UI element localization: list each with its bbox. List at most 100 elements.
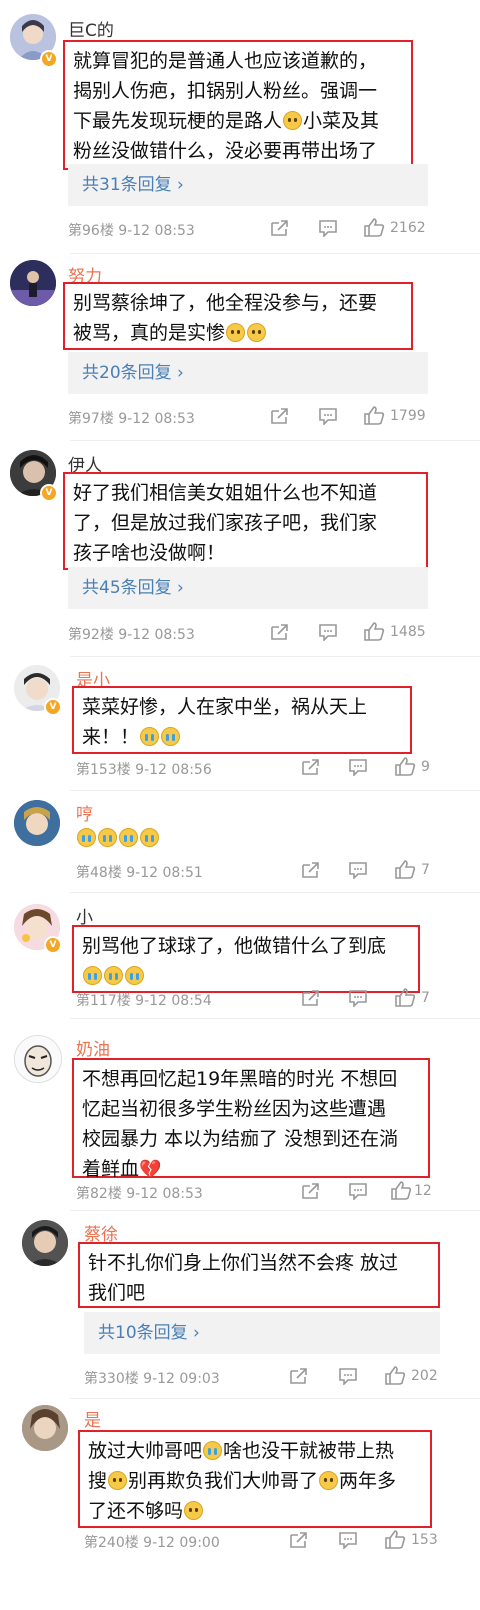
comment-line: 针不扎你们身上你们当然不会疼 放过 [88,1252,399,1274]
sad-emoji-icon [319,1471,339,1490]
floor-time: 第97楼 9-12 08:53 [68,411,195,427]
share-icon[interactable] [269,219,289,237]
like-icon[interactable] [394,756,416,776]
sad-emoji-icon [184,1501,204,1520]
floor-time: 第96楼 9-12 08:53 [68,223,195,239]
comment-icon[interactable] [338,1367,358,1385]
verified-badge-icon: V [44,936,62,954]
username[interactable]: 是 [84,1406,101,1431]
crying-emoji-icon [119,828,138,847]
share-icon[interactable] [288,1531,308,1549]
verified-badge-icon: V [40,484,58,502]
replies-link[interactable]: 共10条回复 › [84,1312,440,1354]
share-icon[interactable] [300,1182,320,1200]
sad-emoji-icon [108,1471,128,1490]
like-count: 2162 [390,220,426,236]
comment-line: 好了我们相信美女姐姐什么也不知道 [73,482,378,504]
comment-line: 校园暴力 本以为结痂了 没想到还在淌 [82,1128,399,1150]
sad-emoji-icon [226,323,246,342]
avatar[interactable] [22,1405,68,1451]
comment-line: 忆起当初很多学生粉丝因为这些遭遇 [82,1098,387,1120]
verified-badge-icon: V [44,698,62,716]
floor-time: 第48楼 9-12 08:51 [76,865,203,881]
like-count: 9 [421,759,430,775]
floor-time: 第330楼 9-12 09:03 [84,1371,220,1387]
crying-emoji-icon [98,828,117,847]
comment-line: 下最先发现玩梗的是路人 小菜及其 [73,110,380,132]
comment-line: 揭别人伤疤，扣锅别人粉丝。强调一 [73,80,378,102]
divider [70,1398,480,1399]
avatar[interactable] [14,1035,62,1083]
replies-link[interactable]: 共45条回复 › [68,567,428,609]
replies-link[interactable]: 共20条回复 › [68,352,428,394]
comment-text: 菜菜好惨，人在家中坐，祸从天上 来！！ [72,686,412,754]
comment-line: 来！！ [82,722,402,752]
comment-line: 搜别再欺负我们大帅哥了 两年多 [88,1470,397,1492]
avatar-image [22,1405,68,1451]
crying-emoji-icon [161,727,181,746]
comment-icon[interactable] [348,989,368,1007]
like-icon[interactable] [394,859,416,879]
share-icon[interactable] [288,1367,308,1385]
like-icon[interactable] [363,217,385,237]
comment-text: 不想再回忆起19年黑暗的时光 不想回 忆起当初很多学生粉丝因为这些遭遇 校园暴力… [72,1058,430,1180]
comment-line: 就算冒犯的是普通人也应该道歉的， [73,50,378,72]
username[interactable]: 哼 [76,800,93,825]
comment-line: 被骂，真的是实惨 [73,318,403,348]
crying-emoji-icon [77,828,96,847]
divider [70,790,480,791]
comment-icon[interactable] [338,1531,358,1549]
comment-text [76,824,160,852]
like-icon[interactable] [384,1365,406,1385]
crying-emoji-icon [140,828,159,847]
comment-text: 就算冒犯的是普通人也应该道歉的， 揭别人伤疤，扣锅别人粉丝。强调一 下最先发现玩… [63,40,413,170]
avatar[interactable] [14,800,60,846]
crying-emoji-icon [125,966,144,985]
divider [70,656,480,657]
like-icon[interactable] [394,987,416,1007]
broken-heart-icon: 💔 [139,1159,162,1180]
username[interactable]: 巨C的 [68,16,114,41]
comment-icon[interactable] [348,758,368,776]
avatar-image [15,1036,61,1082]
avatar[interactable] [22,1220,68,1266]
comment-line: 了，但是放过我们家孩子吧，我们家 [73,512,378,534]
smile-emoji-icon [283,111,303,130]
comment-text: 针不扎你们身上你们当然不会疼 放过 我们吧 [78,1242,440,1308]
like-icon[interactable] [363,405,385,425]
comment-icon[interactable] [318,219,338,237]
share-icon[interactable] [300,861,320,879]
comment-icon[interactable] [318,623,338,641]
comment-icon[interactable] [348,1182,368,1200]
floor-time: 第117楼 9-12 08:54 [76,993,212,1009]
share-icon[interactable] [300,758,320,776]
comment-icon[interactable] [318,407,338,425]
sad-emoji-icon [247,323,267,342]
verified-badge-icon: V [40,50,58,68]
floor-time: 第240楼 9-12 09:00 [84,1535,220,1551]
like-count: 1485 [390,624,426,640]
share-icon[interactable] [300,989,320,1007]
comment-line: 我们吧 [88,1282,146,1304]
comment-icon[interactable] [348,861,368,879]
avatar[interactable] [10,260,56,306]
replies-link[interactable]: 共31条回复 › [68,164,428,206]
like-icon[interactable] [390,1180,412,1200]
comment-line: 放过大帅哥吧 啥也没干就被带上热 [88,1440,395,1462]
floor-time: 第92楼 9-12 08:53 [68,627,195,643]
like-count: 153 [411,1532,438,1548]
share-icon[interactable] [269,407,289,425]
avatar-image [22,1220,68,1266]
divider [70,253,480,254]
username[interactable]: 奶油 [76,1035,110,1060]
comment-line: 菜菜好惨，人在家中坐，祸从天上 [82,696,368,718]
avatar-image [14,800,60,846]
crying-emoji-icon [83,966,102,985]
comment-line: 粉丝没做错什么，没必要再带出场了 [73,140,378,162]
like-icon[interactable] [384,1529,406,1549]
like-icon[interactable] [363,621,385,641]
comment-line: 孩子啥也没做啊！ [73,542,226,564]
share-icon[interactable] [269,623,289,641]
comment-line: 不想再回忆起19年黑暗的时光 不想回 [82,1068,398,1090]
comment-text: 别骂蔡徐坤了，他全程没参与，还要 被骂，真的是实惨 [63,282,413,350]
